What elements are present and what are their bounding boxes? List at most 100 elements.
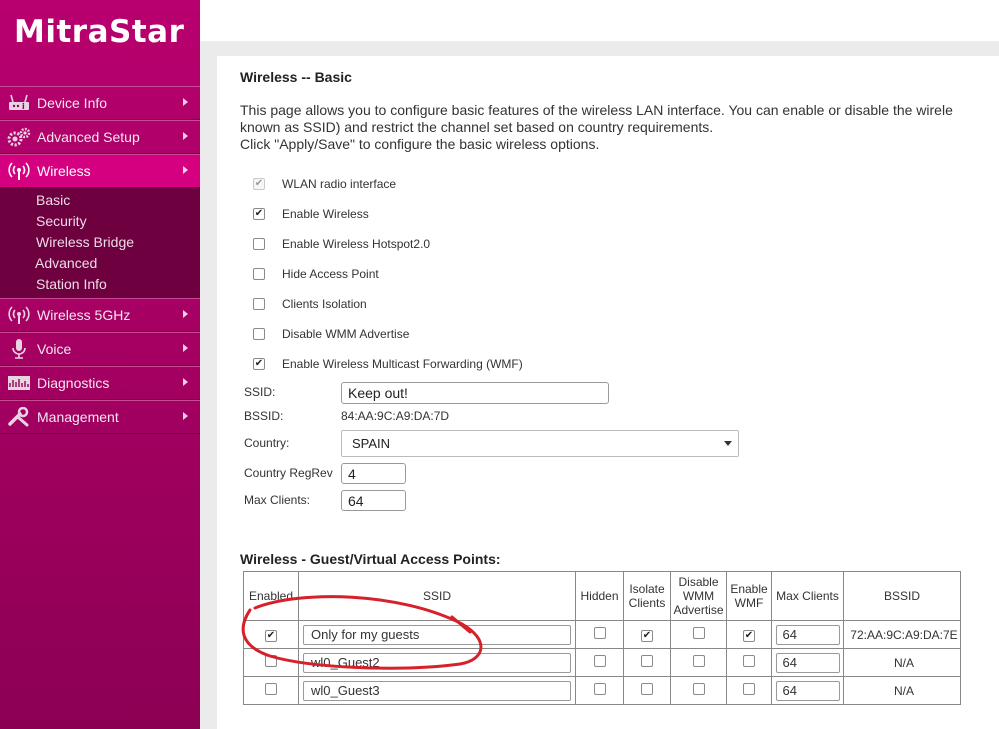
submenu-station-info[interactable]: Station Info [0,274,200,295]
description-line: Click "Apply/Save" to configure the basi… [240,136,600,152]
option-label: Disable WMM Advertise [282,327,410,341]
guest-enabled-checkbox[interactable] [265,683,277,695]
bssid-value: 84:AA:9C:A9:DA:7D [341,409,450,423]
guest-hidden-checkbox[interactable] [593,627,606,639]
page-description: This page allows you to configure basic … [240,102,999,153]
wireless-icon [6,160,32,182]
sidebar-item-wireless-5ghz[interactable]: Wireless 5GHz [0,298,200,332]
guest-isolate-checkbox[interactable]: ✔ [641,630,653,642]
submenu-wireless-bridge[interactable]: Wireless Bridge [0,232,200,253]
mitrastar-logo[interactable]: MitraStar [14,14,184,50]
sidebar-item-advanced-setup[interactable]: Advanced Setup [0,120,200,154]
sidebar-menu: i Device Info Advanced Setup Wireless Ba… [0,86,200,434]
option-label: Enable Wireless Hotspot2.0 [282,237,431,251]
page-title: Wireless -- Basic [240,69,352,85]
col-max-clients: Max Clients [771,571,844,621]
sidebar-item-management[interactable]: Management [0,400,200,434]
guest-max-clients-input[interactable]: 64 [775,652,840,673]
guest-disable-wmm-checkbox[interactable] [692,655,705,667]
sidebar-item-label: Diagnostics [37,375,110,391]
guest-disable-wmm-checkbox[interactable] [692,627,705,639]
gears-icon [6,126,32,148]
guest-bssid: N/A [843,676,961,705]
microphone-icon [6,338,32,360]
guest-bssid: N/A [843,648,961,677]
option-label: WLAN radio interface [282,177,397,191]
ssid-input[interactable]: Keep out! [341,382,609,404]
submenu-advanced[interactable]: Advanced [0,253,200,274]
chevron-right-icon [183,98,188,106]
wireless-icon [6,304,32,326]
enable-hotspot-checkbox[interactable] [253,238,265,250]
diagnostics-icon [6,372,32,394]
wlan-radio-checkbox: ✔ [253,178,265,190]
guest-isolate-checkbox[interactable] [641,683,653,695]
col-enable-wmf: Enable WMF [726,571,772,621]
country-regrev-input[interactable]: 4 [341,463,406,484]
option-label: Enable Wireless Multicast Forwarding (WM… [282,357,523,371]
guest-ap-table: Enabled SSID Hidden Isolate Clients Disab… [243,571,961,705]
chevron-right-icon [183,412,188,420]
guest-ssid-input[interactable]: wl0_Guest3 [303,680,571,701]
wrench-icon [6,406,32,428]
sidebar-item-label: Management [37,409,119,425]
option-enable-wmf: ✔ Enable Wireless Multicast Forwarding (… [253,355,523,373]
guest-enabled-checkbox[interactable] [265,655,277,667]
guest-hidden-checkbox[interactable] [593,683,606,695]
option-label: Hide Access Point [282,267,379,281]
chevron-right-icon [183,132,188,140]
option-enable-wireless: ✔ Enable Wireless [253,205,369,223]
sidebar-item-wireless[interactable]: Wireless [0,154,200,188]
option-clients-isolation: Clients Isolation [253,295,367,313]
guest-max-clients-input[interactable]: 64 [775,680,840,701]
wireless-submenu: Basic Security Wireless Bridge Advanced … [0,188,200,298]
guest-enabled-checkbox[interactable]: ✔ [265,630,277,642]
guest-max-clients-input[interactable]: 64 [775,624,840,645]
col-bssid: BSSID [843,571,961,621]
disable-wmm-checkbox[interactable] [253,328,265,340]
chevron-right-icon [183,310,188,318]
submenu-basic[interactable]: Basic [0,190,200,211]
guest-ssid-input[interactable]: wl0_Guest2 [303,652,571,673]
sidebar-item-label: Wireless 5GHz [37,307,131,323]
col-disable-wmm: Disable WMM Advertise [670,571,727,621]
description-line: known as SSID) and restrict the channel … [240,119,714,135]
main-content: Wireless -- Basic This page allows you t… [217,56,999,729]
sidebar-item-diagnostics[interactable]: Diagnostics [0,366,200,400]
option-wlan-radio-interface: ✔ WLAN radio interface [253,175,396,193]
guest-enable-wmf-checkbox[interactable] [743,655,755,667]
sidebar-item-voice[interactable]: Voice [0,332,200,366]
table-row: wl0_Guest2 64 N/A [243,648,961,677]
router-icon: i [6,92,32,114]
top-bar [200,0,999,41]
max-clients-input[interactable]: 64 [341,490,406,511]
table-header-row: Enabled SSID Hidden Isolate Clients Disab… [243,571,961,621]
guest-hidden-checkbox[interactable] [593,655,606,667]
chevron-right-icon [183,166,188,174]
country-select[interactable]: SPAIN [341,430,739,457]
guest-enable-wmf-checkbox[interactable] [743,683,755,695]
enable-wireless-checkbox[interactable]: ✔ [253,208,265,220]
table-row: wl0_Guest3 64 N/A [243,676,961,705]
col-enabled: Enabled [243,571,299,621]
sidebar-item-device-info[interactable]: i Device Info [0,86,200,120]
option-disable-wmm: Disable WMM Advertise [253,325,409,343]
sidebar-item-label: Wireless [37,163,91,179]
guest-ssid-input[interactable]: Only for my guests [303,624,571,645]
svg-text:i: i [22,102,25,111]
hide-access-point-checkbox[interactable] [253,268,265,280]
col-hidden: Hidden [575,571,624,621]
col-ssid: SSID [298,571,576,621]
enable-wmf-checkbox[interactable]: ✔ [253,358,265,370]
guest-disable-wmm-checkbox[interactable] [692,683,705,695]
sidebar-item-label: Voice [37,341,72,357]
guest-enable-wmf-checkbox[interactable]: ✔ [743,630,755,642]
ssid-label: SSID: [244,385,276,399]
guest-isolate-checkbox[interactable] [641,655,653,667]
clients-isolation-checkbox[interactable] [253,298,265,310]
sidebar-item-label: Advanced Setup [37,129,140,145]
submenu-security[interactable]: Security [0,211,200,232]
sidebar: MitraStar i Device Info Advanced Setup W… [0,0,200,729]
option-label: Clients Isolation [282,297,367,311]
chevron-right-icon [183,378,188,386]
